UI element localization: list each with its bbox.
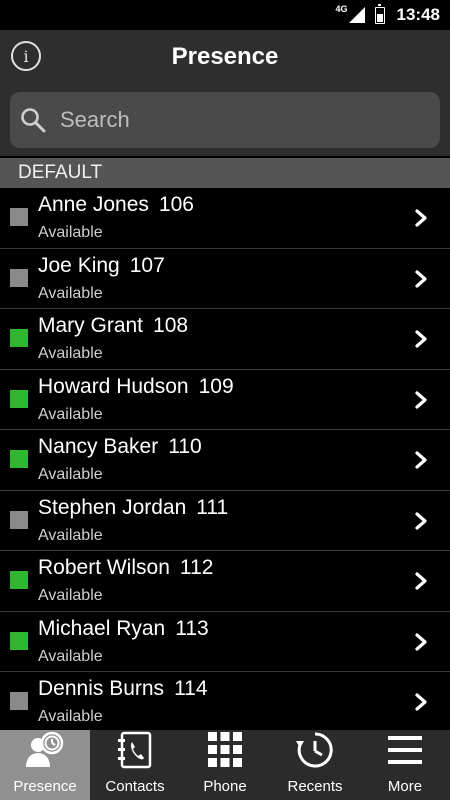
presence-status: Available bbox=[38, 466, 103, 483]
contact-row[interactable]: Howard Hudson 109 Available bbox=[0, 369, 450, 430]
tab-bar: Presence Contacts Phone Recents More bbox=[0, 730, 450, 800]
chevron-right-icon[interactable] bbox=[414, 269, 428, 289]
contact-name-text: Dennis Burns bbox=[38, 677, 165, 700]
contact-extension: 110 bbox=[168, 435, 202, 458]
presence-status: Available bbox=[38, 526, 103, 544]
contact-name: Robert Wilson 112 bbox=[38, 556, 213, 580]
presence-indicator bbox=[10, 208, 28, 226]
presence-indicator bbox=[10, 329, 28, 347]
contact-name-text: Stephen Jordan bbox=[38, 495, 187, 519]
contact-name-text: Anne Jones bbox=[38, 193, 149, 216]
chevron-right-icon[interactable] bbox=[414, 329, 428, 349]
page-title: Presence bbox=[171, 43, 279, 70]
contact-row[interactable]: Michael Ryan 113 Available bbox=[0, 611, 450, 672]
tab-presence[interactable]: Presence bbox=[0, 730, 90, 800]
search-icon bbox=[21, 108, 46, 133]
status-time: 13:48 bbox=[396, 5, 440, 24]
presence-status: Available bbox=[38, 345, 103, 362]
presence-icon bbox=[24, 731, 66, 778]
contact-name-text: Nancy Baker bbox=[38, 435, 159, 458]
chevron-right-icon[interactable] bbox=[414, 571, 428, 591]
contact-extension: 109 bbox=[198, 374, 234, 398]
contact-row[interactable]: Robert Wilson 112 Available bbox=[0, 551, 450, 612]
chevron-right-icon[interactable] bbox=[414, 208, 428, 228]
presence-indicator bbox=[10, 571, 28, 589]
chevron-right-icon[interactable] bbox=[414, 632, 428, 652]
tab-contacts[interactable]: Contacts bbox=[90, 730, 180, 800]
contact-row[interactable]: Dennis Burns 114 Available bbox=[0, 672, 450, 733]
tab-label: Recents bbox=[287, 778, 343, 795]
recents-icon bbox=[294, 731, 336, 778]
contact-name-text: Howard Hudson bbox=[38, 374, 189, 398]
tab-more[interactable]: More bbox=[360, 730, 450, 800]
tab-phone[interactable]: Phone bbox=[180, 730, 270, 800]
contact-row[interactable]: Joe King 107 Available bbox=[0, 248, 450, 309]
contact-row[interactable]: Stephen Jordan 111 Available bbox=[0, 490, 450, 551]
contact-name-text: Joe King bbox=[38, 253, 120, 277]
presence-status: Available bbox=[38, 405, 103, 423]
contact-extension: 108 bbox=[153, 314, 189, 337]
presence-status: Available bbox=[38, 647, 103, 665]
contact-name: Howard Hudson 109 bbox=[38, 375, 234, 399]
presence-status: Available bbox=[38, 284, 103, 302]
presence-status: Available bbox=[38, 708, 103, 725]
contact-name: Anne Jones 106 bbox=[38, 193, 194, 217]
contact-name-text: Michael Ryan bbox=[38, 616, 166, 640]
contact-extension: 107 bbox=[129, 253, 165, 277]
tab-label: More bbox=[387, 778, 423, 795]
contact-name: Nancy Baker 110 bbox=[38, 435, 202, 459]
contact-extension: 106 bbox=[158, 193, 194, 216]
search-placeholder: Search bbox=[60, 107, 130, 132]
chevron-right-icon[interactable] bbox=[414, 390, 428, 410]
presence-indicator bbox=[10, 692, 28, 710]
contacts-icon bbox=[114, 731, 156, 778]
presence-status: Available bbox=[38, 587, 103, 604]
presence-indicator bbox=[10, 450, 28, 468]
battery-icon bbox=[374, 3, 385, 24]
tab-label: Presence bbox=[13, 778, 77, 795]
presence-indicator bbox=[10, 268, 28, 287]
presence-indicator bbox=[10, 510, 28, 529]
chevron-right-icon[interactable] bbox=[414, 450, 428, 470]
chevron-right-icon[interactable] bbox=[414, 511, 428, 531]
dialpad-icon bbox=[204, 731, 246, 778]
network-type: 4G bbox=[335, 4, 348, 14]
presence-status: Available bbox=[38, 224, 103, 241]
contact-name: Stephen Jordan 111 bbox=[38, 496, 228, 520]
menu-icon bbox=[384, 731, 426, 778]
search-area: Search bbox=[0, 84, 450, 156]
group-header: DEFAULT bbox=[0, 158, 450, 188]
contact-row[interactable]: Nancy Baker 110 Available bbox=[0, 430, 450, 491]
info-icon[interactable]: i bbox=[11, 41, 41, 71]
tab-label: Phone bbox=[203, 778, 247, 795]
contact-extension: 113 bbox=[175, 616, 209, 640]
contact-extension: 112 bbox=[179, 556, 214, 579]
contact-name-text: Robert Wilson bbox=[38, 556, 170, 579]
contact-name: Dennis Burns 114 bbox=[38, 677, 208, 701]
contact-extension: 114 bbox=[174, 677, 208, 700]
tab-recents[interactable]: Recents bbox=[270, 730, 360, 800]
presence-indicator bbox=[10, 389, 28, 408]
presence-indicator bbox=[10, 631, 28, 650]
title-bar: i Presence bbox=[0, 30, 450, 84]
signal-icon bbox=[348, 7, 365, 23]
status-bar: 4G 13:48 bbox=[0, 0, 450, 30]
contact-name: Joe King 107 bbox=[38, 254, 165, 278]
contact-name: Mary Grant 108 bbox=[38, 314, 188, 338]
contact-row[interactable]: Anne Jones 106 Available bbox=[0, 188, 450, 249]
search-input[interactable]: Search bbox=[10, 92, 440, 148]
contact-list: Anne Jones 106 Available Joe King 107 Availab… bbox=[0, 188, 450, 733]
contact-row[interactable]: Mary Grant 108 Available bbox=[0, 309, 450, 370]
tab-label: Contacts bbox=[105, 778, 165, 795]
contact-name: Michael Ryan 113 bbox=[38, 617, 209, 641]
contact-name-text: Mary Grant bbox=[38, 314, 144, 337]
chevron-right-icon[interactable] bbox=[414, 692, 428, 712]
contact-extension: 111 bbox=[196, 495, 229, 519]
